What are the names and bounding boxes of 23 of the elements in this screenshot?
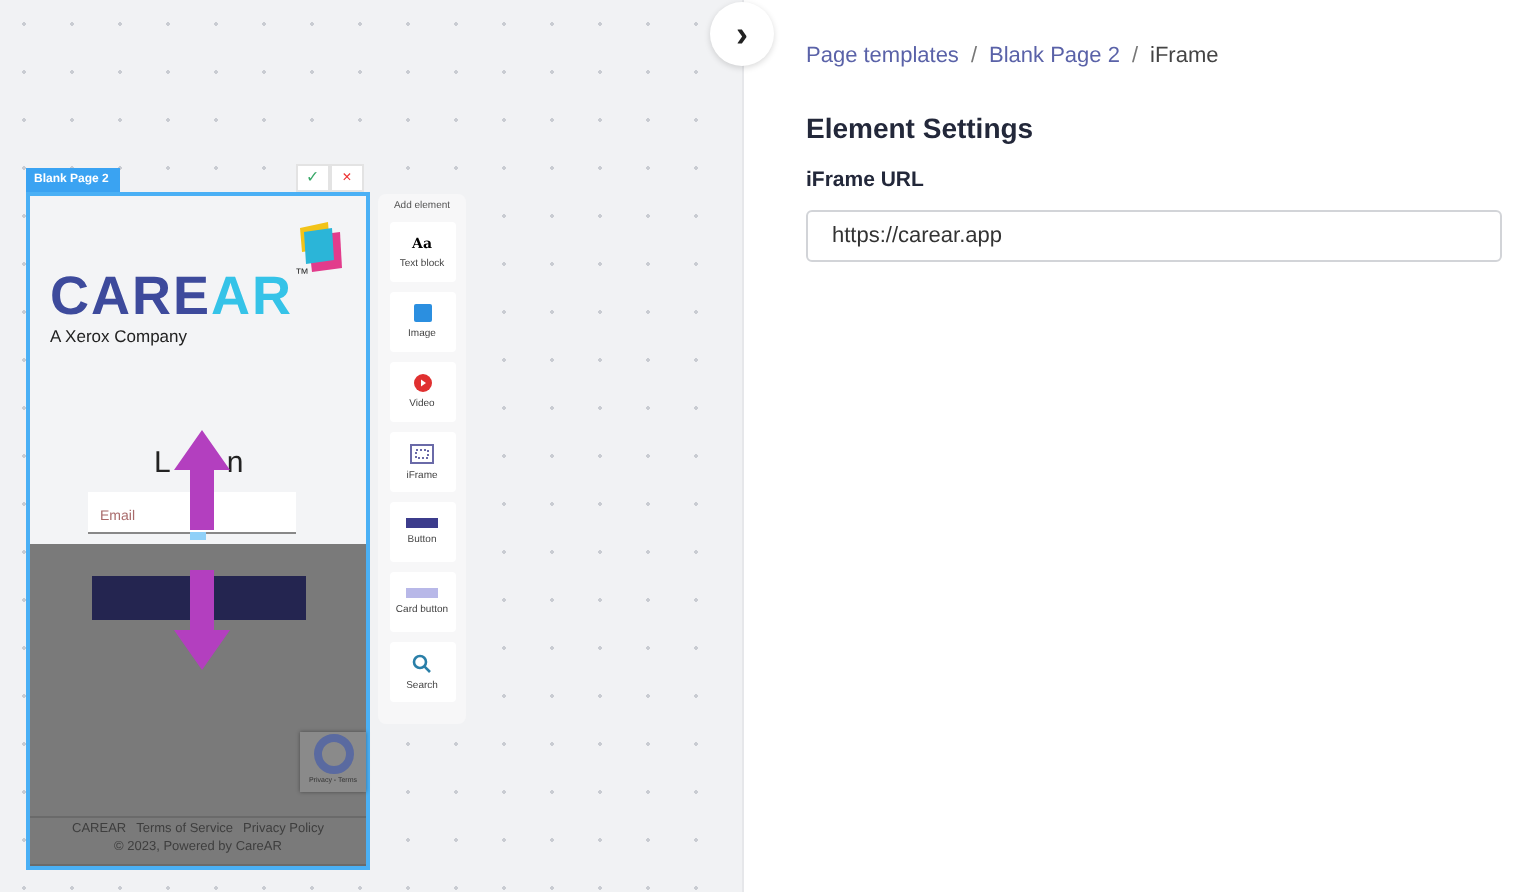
section-title: Element Settings <box>806 112 1036 144</box>
field-label: iFrame URL <box>806 168 926 192</box>
breadcrumb-item[interactable]: Page templates <box>806 44 959 68</box>
search-icon <box>412 653 432 673</box>
resize-handle[interactable] <box>190 532 206 540</box>
frame-icon <box>410 443 434 463</box>
breadcrumb-separator: / <box>970 44 977 68</box>
down-arrow-icon <box>174 570 230 670</box>
breadcrumb-item[interactable]: Blank Page 2 <box>989 44 1120 68</box>
heading-fragment: L <box>154 446 171 480</box>
up-arrow-icon <box>174 430 230 530</box>
play-icon <box>413 374 431 392</box>
breadcrumb-item: iFrame <box>1150 44 1219 68</box>
image-icon <box>413 304 431 322</box>
button-shape-icon <box>406 518 438 528</box>
breadcrumb-separator: / <box>1131 44 1138 68</box>
card-shape-icon <box>406 588 438 598</box>
heading-fragment: n <box>226 446 244 480</box>
logo-text: CAREAR <box>50 268 294 324</box>
collapse-button[interactable]: › <box>710 2 774 66</box>
tagline: A Xerox Company <box>50 326 188 346</box>
url-field[interactable]: https://carear.app <box>806 210 1502 262</box>
cancel-button[interactable]: × <box>330 164 364 192</box>
